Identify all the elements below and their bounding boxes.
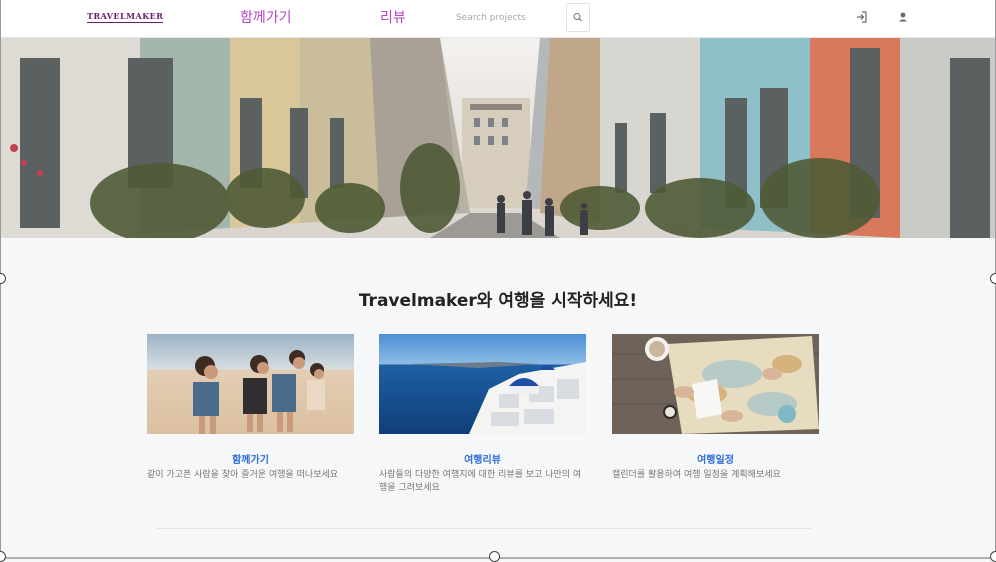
page-heading: Travelmaker와 여행을 시작하세요! bbox=[358, 291, 638, 311]
card-description: 같이 가고픈 사람을 찾아 즐거운 여행을 떠나보세요 bbox=[147, 470, 339, 480]
resize-handle-left[interactable] bbox=[0, 273, 6, 284]
top-navbar: TRAVELMAKER 함께가기 리뷰 bbox=[0, 0, 996, 38]
hero-street-image bbox=[0, 38, 996, 238]
search-icon bbox=[573, 13, 582, 22]
card-image-friends[interactable] bbox=[147, 334, 354, 434]
search-button[interactable] bbox=[566, 3, 590, 32]
login-button[interactable] bbox=[854, 9, 870, 25]
brand-logo[interactable]: TRAVELMAKER bbox=[87, 11, 164, 23]
resize-handle-bottom-left[interactable] bbox=[0, 551, 6, 562]
card-title[interactable]: 여행리뷰 bbox=[379, 451, 586, 466]
resize-handle-right[interactable] bbox=[990, 273, 996, 284]
user-button[interactable] bbox=[895, 9, 911, 25]
card-description: 캘린더를 활용하여 여행 일정을 계획해보세요 bbox=[612, 470, 781, 480]
feature-card-schedule: 여행일정 캘린더를 활용하여 여행 일정을 계획해보세요 bbox=[612, 334, 819, 482]
nav-link-together[interactable]: 함께가기 bbox=[240, 7, 292, 27]
resize-handle-bottom-right[interactable] bbox=[990, 551, 996, 562]
feature-card-review: 여행리뷰 사람들의 다양한 여행지에 대한 리뷰를 보고 나만의 여행을 그려보… bbox=[379, 334, 586, 495]
card-title[interactable]: 여행일정 bbox=[612, 451, 819, 466]
search-form bbox=[450, 3, 590, 32]
card-image-santorini[interactable] bbox=[379, 334, 586, 434]
section-divider bbox=[157, 528, 811, 529]
card-description: 사람들의 다양한 여행지에 대한 리뷰를 보고 나만의 여행을 그려보세요 bbox=[379, 470, 582, 493]
user-icon bbox=[898, 12, 908, 22]
feature-card-together: 함께가기 같이 가고픈 사람을 찾아 즐거운 여행을 떠나보세요 bbox=[147, 334, 354, 482]
nav-link-review[interactable]: 리뷰 bbox=[380, 7, 406, 27]
resize-handle-bottom[interactable] bbox=[489, 551, 500, 562]
card-image-map-planning[interactable] bbox=[612, 334, 819, 434]
login-icon bbox=[857, 11, 867, 23]
search-input[interactable] bbox=[450, 3, 560, 32]
card-title[interactable]: 함께가기 bbox=[147, 451, 354, 466]
